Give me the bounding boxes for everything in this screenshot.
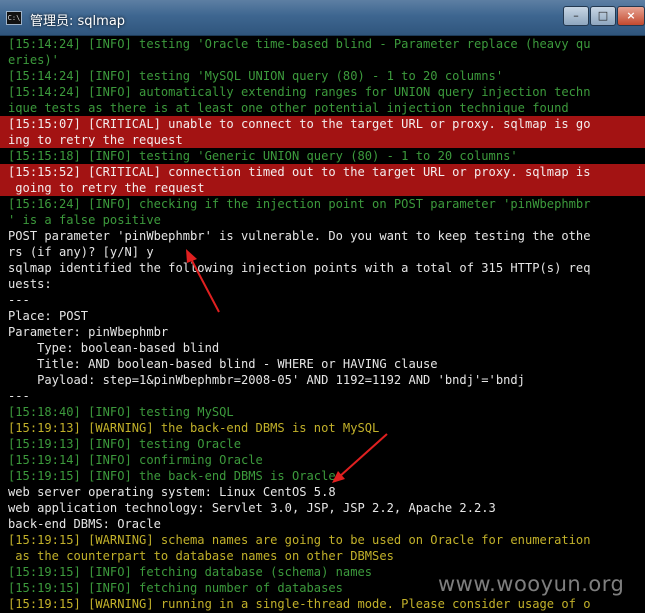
window-titlebar[interactable]: C:\ 管理员: sqlmap – □ × [0,0,645,36]
arrow-to-dbms-oracle [332,433,388,483]
console-app-icon: C:\ [6,11,22,25]
console-output[interactable]: [15:14:24] [INFO] testing 'Oracle time-b… [0,36,645,613]
window-title: 管理员: sqlmap [30,14,126,29]
maximize-button[interactable]: □ [590,6,616,26]
minimize-button[interactable]: – [563,6,589,26]
arrow-to-vulnerable-prompt [186,249,220,313]
close-button[interactable]: × [617,6,645,26]
watermark-text: www.wooyun.org [438,572,625,596]
annotation-arrows [186,249,388,483]
